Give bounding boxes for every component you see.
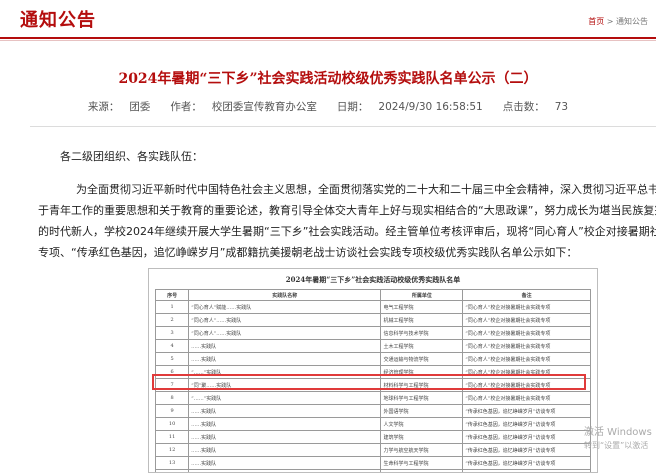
clicks-label: 点击数： [503,101,545,113]
date-label: 日期： [337,101,369,113]
body-line-1: 为全面贯彻习近平新时代中国特色社会主义思想，全面贯彻落实党的二十大和二十届三中全… [76,181,656,197]
table-cell: “同心育人”校企对接暑期社会实践专项 [463,353,591,366]
table-row: 2“同心育人”……实践队机械工程学院“同心育人”校企对接暑期社会实践专项 [156,314,591,327]
table-cell: 建筑学院 [381,431,463,444]
author-label: 作者： [170,101,202,113]
table-row: 3“同心育人”……实践队信息科学与技术学院“同心育人”校企对接暑期社会实践专项 [156,327,591,340]
breadcrumb-home-link[interactable]: 首页 [588,17,604,26]
table-cell: 11 [156,431,189,444]
table-cell: 4 [156,340,189,353]
article-meta: 来源： 团委 作者： 校团委宣传教育办公室 日期： 2024/9/30 16:58:51 点… [0,99,656,114]
header-cell: 所属单位 [381,290,463,301]
table-cell: 10 [156,418,189,431]
table-cell: ……实践队 [189,418,381,431]
table-cell: 力学与航空航天学院 [381,444,463,457]
table-row: 8“……”实践队地球科学与工程学院“同心育人”校企对接暑期社会实践专项 [156,392,591,405]
red-highlight-box [152,374,586,390]
table-cell: 交通运输与物流学院 [381,353,463,366]
meta-author: 作者： 校团委宣传教育办公室 [165,101,322,113]
source-label: 来源： [88,101,120,113]
table-cell: 9 [156,405,189,418]
article-title: 2024年暑期“三下乡”社会实践活动校级优秀实践队名单公示（二） [0,68,656,88]
body-greeting: 各二级团组织、各实践队伍： [60,148,203,164]
breadcrumb-current: 通知公告 [616,17,648,26]
table-row: 11……实践队建筑学院“传承红色基因，追忆峥嵘岁月”访谈专项 [156,431,591,444]
table-cell: 12 [156,444,189,457]
table-header-row: 序号 实践队名称 所属单位 备注 [156,290,591,301]
table-cell: ……实践队 [189,444,381,457]
table-cell: 信息科学与技术学院 [381,327,463,340]
meta-divider [30,126,656,127]
meta-date: 日期： 2024/9/30 16:58:51 [332,101,488,113]
table-row: 10……实践队人文学院“传承红色基因，追忆峥嵘岁月”访谈专项 [156,418,591,431]
table-cell: “传承红色基因，追忆峥嵘岁月”访谈专项 [463,470,591,473]
table-cell: “……”实践队 [189,392,381,405]
table-row: 4……实践队土木工程学院“同心育人”校企对接暑期社会实践专项 [156,340,591,353]
header-divider-thin [0,40,656,41]
header-cell: 实践队名称 [189,290,381,301]
document-title: 2024年暑期“三下乡”社会实践活动校级优秀实践队名单 [149,275,597,285]
source-value: 团委 [129,101,150,113]
table-cell: “传承红色基因，追忆峥嵘岁月”访谈专项 [463,418,591,431]
header-cell: 序号 [156,290,189,301]
table-cell: 机械工程学院 [381,314,463,327]
table-cell: 8 [156,392,189,405]
table-cell: “同心育人”校企对接暑期社会实践专项 [463,301,591,314]
clicks-value: 73 [555,101,568,113]
table-cell: “同心育人”校企对接暑期社会实践专项 [463,327,591,340]
section-title: 通知公告 [20,6,96,32]
table-cell: “传承红色基因，追忆峥嵘岁月”访谈专项 [463,444,591,457]
watermark-line-2: 转到“设置”以激活 [584,439,652,452]
windows-activation-watermark: 激活 Windows 转到“设置”以激活 [584,426,652,452]
table-row: 1“同心育人”赋能……实践队电气工程学院“同心育人”校企对接暑期社会实践专项 [156,301,591,314]
body-line-4: 专项、“传承红色基因，追忆峥嵘岁月”成都籍抗美援朝老战士访谈社会实践专项校级优秀… [38,244,577,260]
body-line-3: 的时代新人，学校2024年继续开展大学生暑期“三下乡”社会实践活动。经主管单位考… [38,223,656,239]
table-cell: ……实践队 [189,405,381,418]
table-cell: ……实践队 [189,353,381,366]
table-cell: ……实践队 [189,431,381,444]
table-cell: 马克思主义学院 [381,470,463,473]
page-header: 通知公告 首页 > 通知公告 [0,0,656,38]
table-cell: 3 [156,327,189,340]
breadcrumb-separator: > [604,17,616,26]
table-cell: “……”实践队 [189,470,381,473]
date-value: 2024/9/30 16:58:51 [378,101,482,113]
table-cell: “传承红色基因，追忆峥嵘岁月”访谈专项 [463,405,591,418]
table-cell: 人文学院 [381,418,463,431]
header-cell: 备注 [463,290,591,301]
table-row: 9……实践队外国语学院“传承红色基因，追忆峥嵘岁月”访谈专项 [156,405,591,418]
table-cell: 外国语学院 [381,405,463,418]
table-cell: ……实践队 [189,340,381,353]
meta-clicks: 点击数： 73 [498,101,573,113]
meta-source: 来源： 团委 [83,101,156,113]
embedded-document-image: 2024年暑期“三下乡”社会实践活动校级优秀实践队名单 序号 实践队名称 所属单… [148,268,598,473]
table-row: 5……实践队交通运输与物流学院“同心育人”校企对接暑期社会实践专项 [156,353,591,366]
table-cell: 2 [156,314,189,327]
header-divider [0,37,656,39]
table-cell: “同心育人”校企对接暑期社会实践专项 [463,392,591,405]
table-cell: “同心育人”……实践队 [189,327,381,340]
table-cell: “同心育人”校企对接暑期社会实践专项 [463,314,591,327]
author-value: 校团委宣传教育办公室 [212,101,317,113]
table-cell: “同心育人”赋能……实践队 [189,301,381,314]
table-row: 13……实践队生命科学与工程学院“传承红色基因，追忆峥嵘岁月”访谈专项 [156,457,591,470]
table-cell: 14 [156,470,189,473]
table-cell: 1 [156,301,189,314]
table-row: 14“……”实践队马克思主义学院“传承红色基因，追忆峥嵘岁月”访谈专项 [156,470,591,473]
table-cell: 电气工程学院 [381,301,463,314]
table-cell: 13 [156,457,189,470]
table-cell: 土木工程学院 [381,340,463,353]
table-cell: 生命科学与工程学院 [381,457,463,470]
table-cell: “同心育人”……实践队 [189,314,381,327]
table-cell: “同心育人”校企对接暑期社会实践专项 [463,340,591,353]
breadcrumb: 首页 > 通知公告 [588,16,648,27]
watermark-line-1: 激活 Windows [584,426,652,439]
body-line-2: 于青年工作的重要思想和关于教育的重要论述，教育引导全体交大青年上好与现实相结合的… [38,202,656,218]
table-cell: 5 [156,353,189,366]
table-cell: “传承红色基因，追忆峥嵘岁月”访谈专项 [463,457,591,470]
table-cell: 地球科学与工程学院 [381,392,463,405]
table-cell: ……实践队 [189,457,381,470]
table-row: 12……实践队力学与航空航天学院“传承红色基因，追忆峥嵘岁月”访谈专项 [156,444,591,457]
table-cell: “传承红色基因，追忆峥嵘岁月”访谈专项 [463,431,591,444]
